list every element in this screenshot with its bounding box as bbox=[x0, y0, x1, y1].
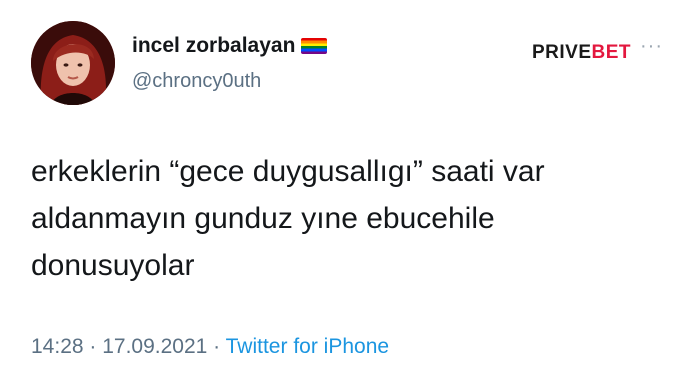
tweet-line: donusuyolar bbox=[31, 249, 195, 282]
tweet-meta: 14:28 · 17.09.2021 · Twitter for iPhone bbox=[31, 335, 389, 359]
tweet-time[interactable]: 14:28 bbox=[31, 335, 84, 358]
avatar-image bbox=[31, 21, 115, 105]
display-name-text: incel zorbalayan bbox=[132, 34, 296, 57]
tweet-line: aldanmayın gunduz yıne ebucehile bbox=[31, 202, 495, 235]
watermark-part-1: PRIVE bbox=[532, 42, 592, 63]
more-options-icon[interactable]: ··· bbox=[640, 35, 663, 58]
avatar[interactable] bbox=[31, 21, 115, 105]
watermark-logo: PRIVEBET bbox=[532, 42, 631, 64]
rainbow-flag-icon bbox=[301, 38, 328, 54]
meta-separator: · bbox=[83, 335, 103, 358]
watermark-part-2: BET bbox=[591, 42, 632, 63]
user-handle[interactable]: @chroncy0uth bbox=[132, 70, 261, 93]
tweet-text: erkeklerin “gece duygusallıgı” saati var… bbox=[31, 148, 671, 289]
meta-separator: · bbox=[207, 335, 226, 358]
display-name[interactable]: incel zorbalayan bbox=[132, 34, 328, 58]
tweet-source-link[interactable]: Twitter for iPhone bbox=[226, 335, 389, 358]
tweet-date[interactable]: 17.09.2021 bbox=[102, 335, 207, 358]
tweet-line: erkeklerin “gece duygusallıgı” saati var bbox=[31, 155, 545, 188]
